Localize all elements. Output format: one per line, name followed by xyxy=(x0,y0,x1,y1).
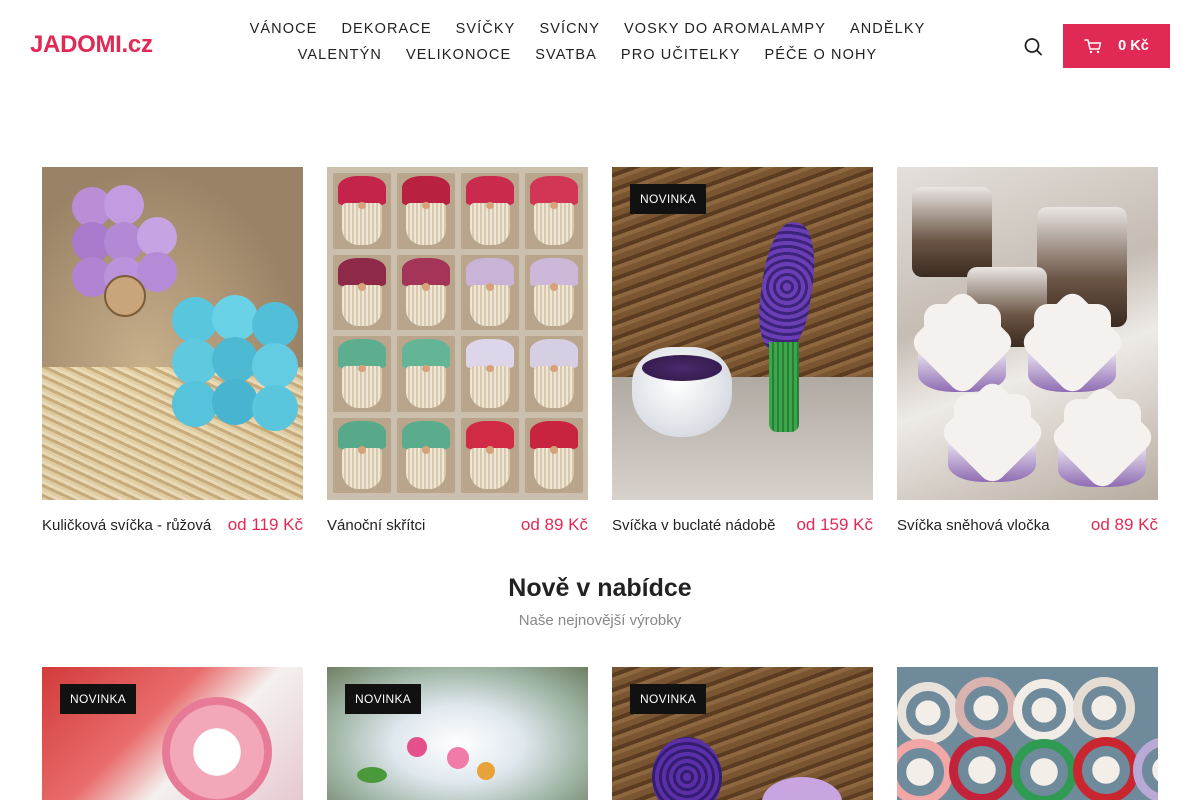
product-card[interactable]: Kuličková svíčka - růžová od 119 Kč xyxy=(42,167,303,535)
section-subtitle: Naše nejnovější výrobky xyxy=(518,612,682,629)
nav-item-svicny[interactable]: SVÍCNY xyxy=(527,20,612,39)
new-products: NOVINKA NOVINKA NOVINKA xyxy=(42,667,1158,800)
product-price: od 89 Kč xyxy=(1090,515,1158,534)
cart-button[interactable]: 0 Kč xyxy=(1063,24,1170,68)
product-info: Svíčka sněhová vločka od 89 Kč xyxy=(897,515,1158,535)
product-card[interactable]: NOVINKA Svíčka v buclaté nádobě od 159 K… xyxy=(612,167,873,535)
product-image[interactable]: NOVINKA xyxy=(327,667,588,800)
product-name[interactable]: Vánoční skřítci xyxy=(327,517,425,534)
search-button[interactable] xyxy=(1020,34,1046,60)
product-price: od 159 Kč xyxy=(796,515,873,534)
product-image[interactable] xyxy=(327,167,588,500)
product-image[interactable]: NOVINKA xyxy=(42,667,303,800)
nav-item-andelky[interactable]: ANDĚLKY xyxy=(838,20,937,39)
product-card[interactable]: NOVINKA xyxy=(327,667,588,800)
cart-icon xyxy=(1084,39,1102,54)
nav-item-pro-ucitelky[interactable]: PRO UČITELKY xyxy=(609,46,753,65)
site-header: JADOMI.cz VÁNOCE DEKORACE SVÍČKY SVÍCNY … xyxy=(0,0,1200,92)
product-name[interactable]: Kuličková svíčka - růžová xyxy=(42,517,211,534)
search-icon xyxy=(1024,38,1042,56)
nav-item-velikonoce[interactable]: VELIKONOCE xyxy=(394,46,523,65)
product-image[interactable]: NOVINKA xyxy=(612,167,873,500)
main-nav: VÁNOCE DEKORACE SVÍČKY SVÍCNY VOSKY DO A… xyxy=(200,20,975,65)
site-logo[interactable]: JADOMI.cz xyxy=(30,31,153,59)
nav-item-valentyn[interactable]: VALENTÝN xyxy=(286,46,394,65)
section-title: Nově v nabídce xyxy=(508,574,692,602)
product-name[interactable]: Svíčka sněhová vločka xyxy=(897,517,1050,534)
product-image[interactable]: NOVINKA xyxy=(612,667,873,800)
product-image[interactable] xyxy=(897,667,1158,800)
featured-products: Kuličková svíčka - růžová od 119 Kč Váno… xyxy=(42,167,1158,535)
nav-item-svatba[interactable]: SVATBA xyxy=(523,46,609,65)
nav-item-vosky[interactable]: VOSKY DO AROMALAMPY xyxy=(612,20,838,39)
nav-item-pece-o-nohy[interactable]: PÉČE O NOHY xyxy=(752,46,889,65)
product-card[interactable] xyxy=(897,667,1158,800)
new-badge: NOVINKA xyxy=(630,684,707,714)
product-card[interactable]: Vánoční skřítci od 89 Kč xyxy=(327,167,588,535)
new-badge: NOVINKA xyxy=(60,684,137,714)
product-price: od 119 Kč xyxy=(227,515,303,534)
product-image[interactable] xyxy=(42,167,303,500)
new-badge: NOVINKA xyxy=(345,684,422,714)
product-card[interactable]: NOVINKA xyxy=(42,667,303,800)
nav-item-vanoce[interactable]: VÁNOCE xyxy=(238,20,330,39)
cart-amount: 0 Kč xyxy=(1118,38,1149,54)
product-image[interactable] xyxy=(897,167,1158,500)
nav-item-dekorace[interactable]: DEKORACE xyxy=(329,20,443,39)
product-name[interactable]: Svíčka v buclaté nádobě xyxy=(612,517,775,534)
product-info: Vánoční skřítci od 89 Kč xyxy=(327,515,588,535)
product-info: Svíčka v buclaté nádobě od 159 Kč xyxy=(612,515,873,535)
product-info: Kuličková svíčka - růžová od 119 Kč xyxy=(42,515,303,535)
product-card[interactable]: Svíčka sněhová vločka od 89 Kč xyxy=(897,167,1158,535)
product-card[interactable]: NOVINKA xyxy=(612,667,873,800)
nav-item-svicky[interactable]: SVÍČKY xyxy=(444,20,528,39)
new-badge: NOVINKA xyxy=(630,184,707,214)
product-price: od 89 Kč xyxy=(520,515,588,534)
